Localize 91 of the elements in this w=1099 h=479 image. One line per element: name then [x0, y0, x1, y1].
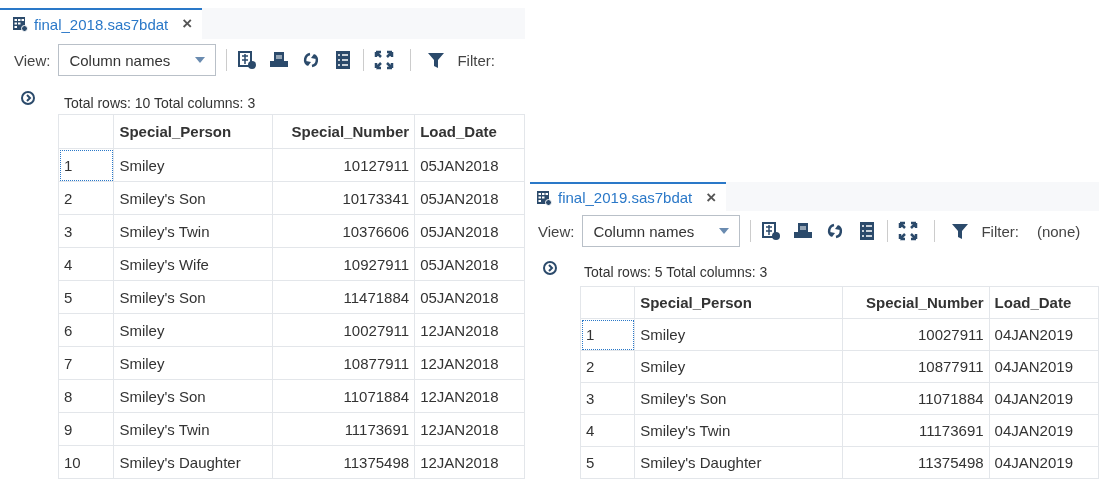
table-cell: 10027911 [842, 318, 990, 351]
view-label: View: [14, 51, 51, 69]
row-number[interactable]: 10 [58, 445, 114, 479]
file-tab[interactable]: final_2019.sas7bdat × [530, 182, 727, 212]
table-cell: 11071884 [272, 379, 415, 413]
filter-label: Filter: [457, 51, 495, 69]
table-cell: 10877911 [272, 346, 415, 380]
table-cell: Smiley [634, 318, 843, 351]
table-cell: Smiley's Son [113, 181, 273, 215]
table-cell: Smiley [634, 350, 843, 383]
table-cell: 10127911 [272, 148, 415, 182]
column-header[interactable]: Special_Number [842, 286, 990, 319]
row-number[interactable]: 1 [580, 318, 635, 351]
table-cell: 04JAN2019 [989, 446, 1099, 479]
table-cell: Smiley's Wife [113, 247, 273, 281]
table-icon [536, 189, 552, 206]
table-export-icon[interactable] [237, 50, 258, 71]
table-cell: Smiley [113, 313, 273, 347]
filter-icon[interactable] [951, 222, 970, 241]
row-number[interactable]: 4 [580, 414, 635, 447]
table-cell: 11071884 [842, 382, 990, 415]
table-cell: 12JAN2018 [414, 346, 525, 380]
table-cell: 10877911 [842, 350, 990, 383]
row-number[interactable]: 5 [58, 280, 114, 314]
table-cell: 12JAN2018 [414, 445, 525, 479]
table-cell: 04JAN2019 [989, 382, 1099, 415]
table-cell: Smiley's Son [634, 382, 843, 415]
table-cell: Smiley's Twin [113, 214, 273, 248]
table-export-icon[interactable] [761, 221, 782, 242]
table-cell: 11173691 [842, 414, 990, 447]
table-cell: Smiley's Twin [113, 412, 273, 446]
table-cell: 05JAN2018 [414, 280, 525, 314]
table-cell: 04JAN2019 [989, 350, 1099, 383]
table-cell: 05JAN2018 [414, 148, 525, 182]
row-number[interactable]: 7 [58, 346, 114, 380]
row-count-text: Total rows: 5 Total columns: 3 [584, 264, 768, 281]
table-cell: 05JAN2018 [414, 181, 525, 215]
table-cell: 10173341 [272, 181, 415, 215]
column-header[interactable]: Special_Person [634, 286, 843, 319]
table-cell: 10027911 [272, 313, 415, 347]
table-cell: Smiley's Daughter [113, 445, 273, 479]
view-dropdown[interactable]: Column names [582, 215, 741, 248]
table-cell: Smiley [113, 148, 273, 182]
row-number[interactable]: 9 [58, 412, 114, 446]
table-cell: 04JAN2019 [989, 318, 1099, 351]
corner-cell [58, 114, 114, 149]
row-number[interactable]: 4 [58, 247, 114, 281]
expand-icon[interactable] [374, 50, 395, 71]
table-cell: 05JAN2018 [414, 247, 525, 281]
row-number[interactable]: 3 [580, 382, 635, 415]
close-button[interactable]: × [182, 14, 193, 35]
row-count-text: Total rows: 10 Total columns: 3 [64, 94, 256, 111]
column-header[interactable]: Load_Date [989, 286, 1099, 319]
table-cell: 10376606 [272, 214, 415, 248]
table-cell: 10927911 [272, 247, 415, 281]
table-cell: Smiley's Son [113, 379, 273, 413]
table-cell: 12JAN2018 [414, 313, 525, 347]
filter-value: (none) [1036, 222, 1081, 240]
table-cell: 12JAN2018 [414, 412, 525, 446]
table-cell: 11471884 [272, 280, 415, 314]
table-icon [12, 16, 28, 33]
table-cell: Smiley's Son [113, 280, 273, 314]
table-cell: Smiley's Twin [634, 414, 843, 447]
table-cell: 12JAN2018 [414, 379, 525, 413]
caret-icon [195, 57, 206, 64]
column-header[interactable]: Load_Date [414, 114, 525, 149]
table-cell: 11375498 [272, 445, 415, 479]
row-number[interactable]: 2 [58, 181, 114, 215]
close-button[interactable]: × [706, 187, 717, 208]
row-number[interactable]: 6 [58, 313, 114, 347]
view-label: View: [538, 222, 575, 240]
table-cell: Smiley [113, 346, 273, 380]
row-number[interactable]: 1 [58, 148, 114, 182]
corner-cell [580, 286, 635, 319]
row-number[interactable]: 5 [580, 446, 635, 479]
filter-label: Filter: [981, 222, 1019, 240]
file-tab[interactable]: final_2018.sas7bdat × [0, 8, 203, 39]
table-cell: 04JAN2019 [989, 414, 1099, 447]
column-header[interactable]: Special_Person [113, 114, 273, 149]
table-cell: 11173691 [272, 412, 415, 446]
row-number[interactable]: 2 [580, 350, 635, 383]
view-dropdown[interactable]: Column names [58, 44, 217, 77]
column-header[interactable]: Special_Number [272, 114, 415, 149]
table-cell: Smiley's Daughter [634, 446, 843, 479]
table-cell: 11375498 [842, 446, 990, 479]
filter-icon[interactable] [427, 51, 446, 70]
caret-icon [719, 228, 730, 235]
table-cell: 05JAN2018 [414, 214, 525, 248]
row-number[interactable]: 3 [58, 214, 114, 248]
expand-icon[interactable] [898, 221, 919, 242]
row-number[interactable]: 8 [58, 379, 114, 413]
